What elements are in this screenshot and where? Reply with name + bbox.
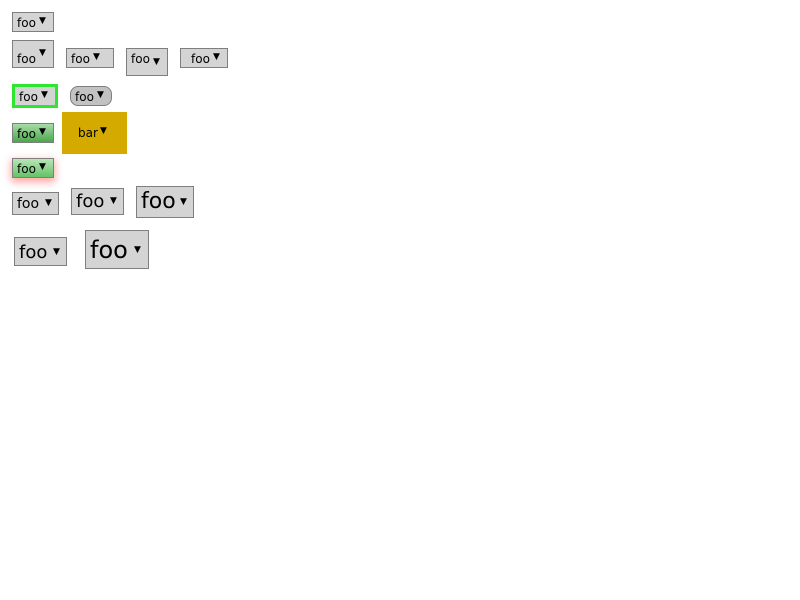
select-value: foo	[90, 236, 128, 264]
dropdown-arrow-icon: ▼	[41, 90, 48, 100]
select-dropdown-medium-font[interactable]: foo ▼	[12, 192, 59, 215]
dropdown-arrow-icon: ▼	[180, 197, 187, 207]
select-dropdown-green-shadow[interactable]: foo ▼	[12, 158, 54, 178]
dropdown-arrow-icon: ▼	[110, 196, 117, 206]
select-dropdown-green-gradient[interactable]: foo ▼	[12, 123, 54, 143]
select-value: foo	[19, 90, 38, 104]
select-value: foo	[75, 90, 94, 104]
dropdown-arrow-icon: ▼	[45, 198, 52, 208]
select-dropdown-large-padded[interactable]: foo ▼	[14, 237, 67, 266]
dropdown-arrow-icon: ▼	[134, 245, 141, 255]
dropdown-arrow-icon: ▼	[100, 126, 107, 136]
select-value: foo	[191, 52, 210, 66]
select-value: foo	[19, 242, 48, 263]
select-value: foo	[17, 196, 40, 212]
select-dropdown-padded[interactable]: foo ▼	[180, 48, 228, 68]
dropdown-arrow-icon: ▼	[97, 90, 104, 100]
select-value: foo	[131, 52, 150, 66]
select-dropdown-large-font[interactable]: foo ▼	[71, 188, 124, 215]
select-value: foo	[71, 52, 90, 66]
page-canvas: foo ▼ foo ▼ foo ▼ foo ▼ foo ▼ foo ▼ foo …	[0, 0, 800, 600]
select-dropdown-green-border[interactable]: foo ▼	[12, 84, 58, 108]
select-dropdown-tall[interactable]: foo ▼	[12, 40, 54, 68]
dropdown-arrow-icon: ▼	[153, 57, 160, 67]
select-dropdown-xxlarge-font[interactable]: foo ▼	[85, 230, 149, 269]
select-value: bar	[78, 126, 98, 140]
select-value: foo	[17, 162, 36, 176]
select-dropdown-default[interactable]: foo ▼	[12, 12, 54, 32]
select-value: foo	[17, 16, 36, 30]
select-value: foo	[17, 52, 36, 66]
dropdown-arrow-icon: ▼	[213, 52, 220, 62]
dropdown-arrow-icon: ▼	[53, 247, 60, 257]
select-dropdown-tall-offset-arrow[interactable]: foo ▼	[126, 48, 168, 76]
dropdown-arrow-icon: ▼	[39, 16, 46, 26]
select-value: foo	[141, 189, 176, 214]
select-dropdown-xlarge-font[interactable]: foo ▼	[136, 186, 194, 218]
select-dropdown-wide[interactable]: foo ▼	[66, 48, 114, 68]
dropdown-arrow-icon: ▼	[39, 162, 46, 172]
select-value: foo	[17, 127, 36, 141]
dropdown-arrow-icon: ▼	[39, 127, 46, 137]
dropdown-arrow-icon: ▼	[93, 52, 100, 62]
select-value: foo	[76, 191, 105, 212]
select-dropdown-gold-bar[interactable]: bar ▼	[62, 112, 127, 154]
dropdown-arrow-icon: ▼	[39, 48, 46, 58]
select-dropdown-rounded[interactable]: foo ▼	[70, 86, 112, 106]
